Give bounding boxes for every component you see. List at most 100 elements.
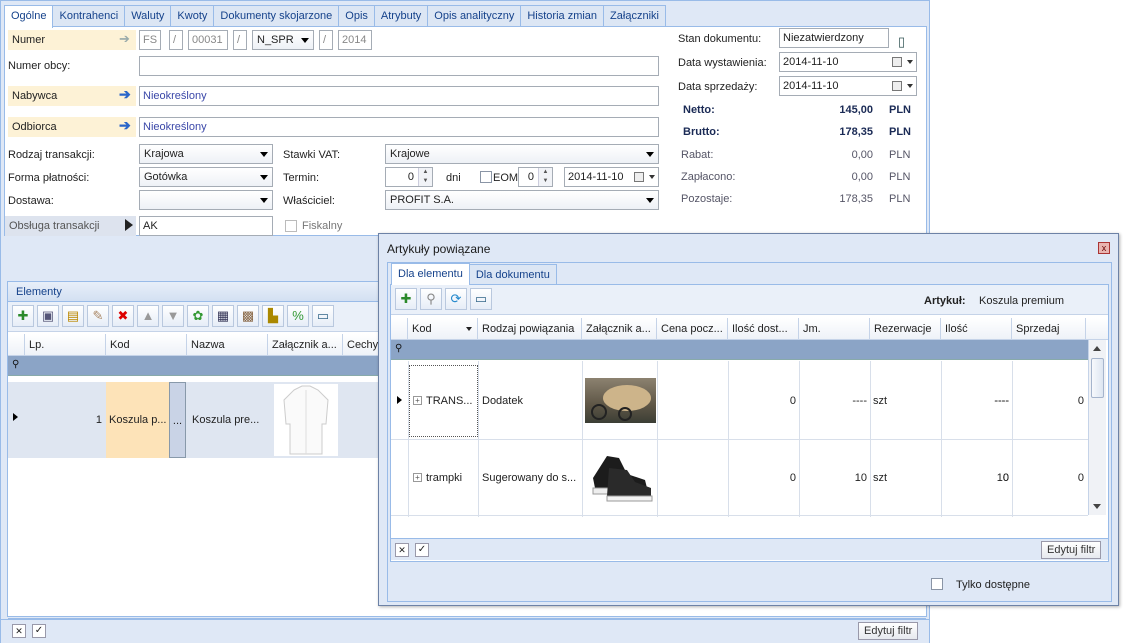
tab-kwoty[interactable]: Kwoty	[170, 5, 215, 27]
calc-icon[interactable]: ▦	[212, 305, 234, 327]
refresh-icon[interactable]: ⟳	[445, 288, 467, 310]
col-zalacznik[interactable]: Załącznik a...	[268, 334, 343, 355]
col-rezerwacje[interactable]: Rezerwacje	[870, 318, 941, 339]
play-icon[interactable]	[125, 219, 133, 231]
close-icon[interactable]: x	[1098, 242, 1110, 254]
numer-number[interactable]: 00031	[188, 30, 228, 50]
col-kod[interactable]: Kod	[106, 334, 187, 355]
vertical-scrollbar[interactable]	[1088, 340, 1106, 515]
scroll-down-icon[interactable]	[1093, 504, 1101, 509]
expand-icon[interactable]: +	[413, 396, 422, 405]
eom-checkbox[interactable]	[480, 171, 492, 183]
stawki-select[interactable]: Krajowe	[385, 144, 659, 164]
forma-select[interactable]: Gotówka	[139, 167, 273, 187]
new-window-icon[interactable]: ▣	[37, 305, 59, 327]
package-icon[interactable]: ▩	[237, 305, 259, 327]
calendar-icon[interactable]	[892, 57, 902, 67]
edit-filter-button[interactable]: Edytuj filtr	[1041, 541, 1102, 559]
arrow-right-icon[interactable]: ➔	[119, 86, 131, 103]
table-row[interactable]: + TRANS... Dodatek 0 ---- szt ---- ---- …	[391, 363, 1088, 439]
filter-row[interactable]: ⚲	[391, 340, 1088, 360]
numer-obcy-input[interactable]	[139, 56, 659, 76]
tab-ogolne[interactable]: Ogólne	[4, 5, 54, 28]
calendar-icon[interactable]	[892, 81, 902, 91]
add-icon[interactable]: ✚	[395, 288, 417, 310]
related-icon[interactable]: ✿	[187, 305, 209, 327]
fiskalny-checkbox[interactable]	[285, 220, 297, 232]
col-jm[interactable]: Jm.	[799, 318, 870, 339]
col-cechy[interactable]: Cechy	[343, 334, 378, 355]
checkmark-icon[interactable]: ✓	[415, 543, 429, 557]
numer-prefix[interactable]: FS	[139, 30, 161, 50]
filter-row[interactable]: ⚲	[8, 356, 378, 376]
stock-icon[interactable]: ▙	[262, 305, 284, 327]
spinner-icon[interactable]: ▲ ▼	[538, 168, 552, 186]
nabywca-input[interactable]: Nieokreślony	[139, 86, 659, 106]
checkmark-icon[interactable]: ✓	[32, 624, 46, 638]
stawki-value: Krajowe	[390, 148, 430, 160]
obsluga-input[interactable]: AK	[139, 216, 273, 236]
delete-icon[interactable]: ✖	[112, 305, 134, 327]
chevron-down-icon[interactable]	[907, 60, 913, 64]
expand-icon[interactable]: +	[413, 473, 422, 482]
col-ilosc[interactable]: Ilość	[941, 318, 1012, 339]
tab-dla-elementu[interactable]: Dla elementu	[391, 263, 470, 285]
add-folder-icon[interactable]: ▤	[62, 305, 84, 327]
spinner-icon[interactable]: ▲ ▼	[418, 168, 432, 186]
data-wyst-input[interactable]: 2014-11-10	[779, 52, 917, 72]
series-select[interactable]: N_SPR	[252, 30, 314, 50]
close-filter-icon[interactable]: ✕	[395, 543, 409, 557]
arrow-right-icon[interactable]: ➔	[119, 117, 131, 134]
tab-historia-zmian[interactable]: Historia zmian	[520, 5, 605, 27]
obsluga-label[interactable]: Obsługa transakcji	[5, 216, 136, 236]
odbiorca-label[interactable]: Odbiorca	[8, 117, 136, 137]
discount-icon[interactable]: %	[287, 305, 309, 327]
wrench-icon[interactable]: ✎	[87, 305, 109, 327]
col-sprzedaj[interactable]: Sprzedaj	[1012, 318, 1086, 339]
tab-kontrahenci[interactable]: Kontrahenci	[52, 5, 126, 27]
col-ilosc-dost[interactable]: Ilość dost...	[728, 318, 799, 339]
tab-atrybuty[interactable]: Atrybuty	[373, 5, 429, 27]
col-lp[interactable]: Lp.	[25, 334, 106, 355]
tab-opis-analityczny[interactable]: Opis analityczny	[427, 5, 522, 27]
eom-input[interactable]: 0 ▲ ▼	[518, 167, 553, 187]
move-up-icon[interactable]: ▲	[137, 305, 159, 327]
dostawa-select[interactable]	[139, 190, 273, 210]
tylko-dostepne-checkbox[interactable]	[931, 578, 943, 590]
col-rodzaj[interactable]: Rodzaj powiązania	[478, 318, 582, 339]
book-icon[interactable]: ▯	[898, 34, 905, 50]
col-nazwa[interactable]: Nazwa	[187, 334, 268, 355]
table-row[interactable]: + trampki Sugerowany do s... 0 10 szt 0 …	[391, 440, 1088, 515]
chevron-down-icon[interactable]	[649, 175, 655, 179]
scroll-up-icon[interactable]	[1093, 346, 1101, 351]
col-cena[interactable]: Cena pocz...	[657, 318, 728, 339]
termin-date-input[interactable]: 2014-11-10	[564, 167, 659, 187]
col-zalacznik[interactable]: Załącznik a...	[582, 318, 657, 339]
data-sprz-input[interactable]: 2014-11-10	[779, 76, 917, 96]
view-icon[interactable]: ▭	[312, 305, 334, 327]
scroll-thumb[interactable]	[1091, 358, 1104, 398]
tab-waluty[interactable]: Waluty	[124, 5, 172, 27]
chevron-down-icon[interactable]	[907, 84, 913, 88]
tab-dla-dokumentu[interactable]: Dla dokumentu	[468, 264, 557, 285]
calendar-icon[interactable]	[634, 172, 644, 182]
tab-opis[interactable]: Opis	[338, 5, 375, 27]
tab-zalaczniki[interactable]: Załączniki	[603, 5, 666, 27]
add-icon[interactable]: ✚	[12, 305, 34, 327]
search-icon[interactable]: ⚲	[420, 288, 442, 310]
numer-year[interactable]: 2014	[338, 30, 372, 50]
view-icon[interactable]: ▭	[470, 288, 492, 310]
odbiorca-input[interactable]: Nieokreślony	[139, 117, 659, 137]
edit-filter-button[interactable]: Edytuj filtr	[858, 622, 919, 640]
tab-dokumenty-skojarzone[interactable]: Dokumenty skojarzone	[213, 5, 340, 27]
table-row[interactable]: 1 Koszula p... ... Koszula pre...	[8, 382, 378, 458]
move-down-icon[interactable]: ▼	[162, 305, 184, 327]
termin-input[interactable]: 0 ▲ ▼	[385, 167, 433, 187]
cell-kod[interactable]: Koszula p...	[106, 382, 169, 458]
rodzaj-select[interactable]: Krajowa	[139, 144, 273, 164]
wlasciciel-select[interactable]: PROFIT S.A.	[385, 190, 659, 210]
close-filter-icon[interactable]: ✕	[12, 624, 26, 638]
kod-lookup-button[interactable]: ...	[169, 382, 186, 458]
col-kod[interactable]: Kod	[408, 318, 478, 339]
nabywca-label[interactable]: Nabywca	[8, 86, 136, 106]
